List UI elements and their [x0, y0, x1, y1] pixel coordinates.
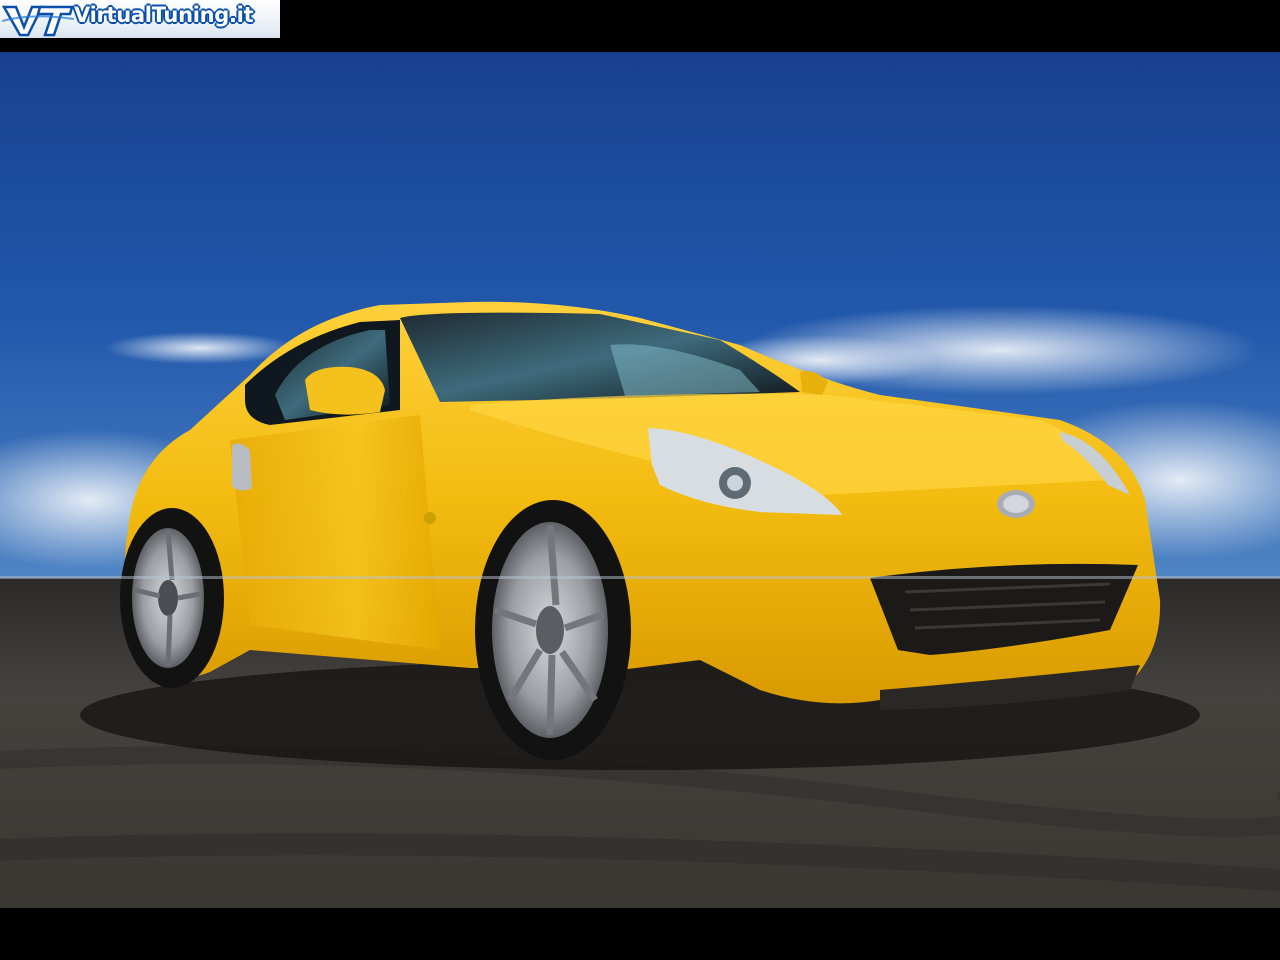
- image-frame: VirtualTuning.it: [0, 0, 1280, 960]
- front-wheel: [475, 500, 631, 760]
- bottom-letterbox-bar: [0, 908, 1280, 960]
- rear-wheel: [120, 508, 224, 688]
- vt-logo-icon: [2, 5, 74, 37]
- watermark-text: VirtualTuning.it: [74, 3, 254, 27]
- watermark-logo: VirtualTuning.it: [0, 0, 280, 38]
- car-photo: [0, 52, 1280, 908]
